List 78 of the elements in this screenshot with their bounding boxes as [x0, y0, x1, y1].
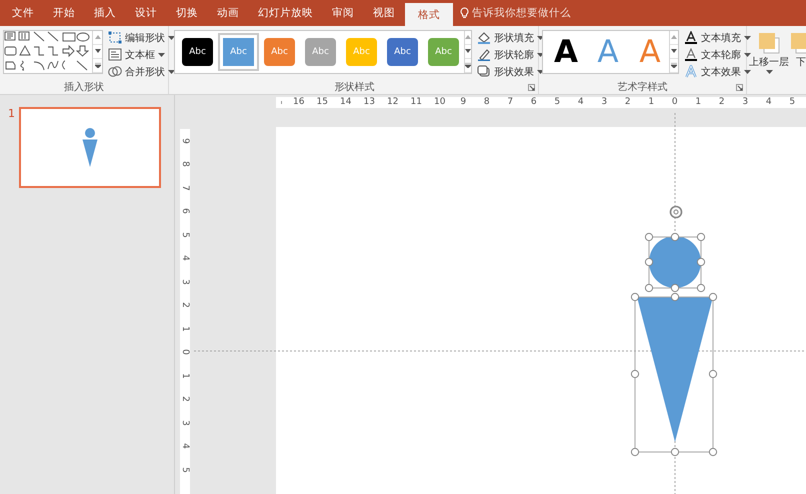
- ribbon-tab[interactable]: 动画: [208, 0, 248, 26]
- caret-icon: [744, 70, 751, 74]
- ribbon-command[interactable]: 文本填充: [682, 30, 753, 46]
- ribbon-tab[interactable]: 切换: [167, 0, 207, 26]
- dialog-launcher-icon[interactable]: [736, 84, 743, 91]
- caret-icon: [766, 70, 772, 74]
- ruler-number: 6: [180, 208, 190, 214]
- ruler-number: 1: [180, 326, 190, 332]
- circle-shape[interactable]: [649, 236, 701, 288]
- ribbon-tab[interactable]: 插入: [85, 0, 125, 26]
- ruler-number: 2: [180, 396, 190, 402]
- group-label: 形状样式: [334, 80, 374, 94]
- text-outline-icon: [684, 48, 698, 62]
- caret-icon: [168, 70, 175, 74]
- ribbon-command[interactable]: 合并形状: [106, 64, 177, 80]
- ribbon-command[interactable]: 文本轮廓: [682, 47, 753, 63]
- ribbon-command[interactable]: 文本框: [106, 47, 177, 63]
- ribbon-tab[interactable]: 设计: [126, 0, 166, 26]
- ribbon-command[interactable]: 编辑形状: [106, 30, 177, 46]
- more-icon[interactable]: [671, 63, 677, 68]
- ruler-number: 4: [180, 255, 190, 262]
- paint-bucket-icon: [477, 31, 491, 45]
- group-label: 插入形状: [64, 80, 104, 94]
- wordart-style[interactable]: A: [631, 31, 669, 73]
- tell-me-field[interactable]: 告诉我你想要做什么: [472, 7, 602, 19]
- ruler-number: 0: [180, 349, 190, 356]
- scroll-down-icon[interactable]: [671, 49, 677, 54]
- caret-icon: [744, 53, 751, 57]
- slide-number: 1: [8, 107, 15, 120]
- edit-points-icon: [108, 31, 122, 45]
- text-effects-icon: [684, 65, 698, 79]
- caret-icon: [168, 36, 175, 40]
- ruler-number: 2: [180, 302, 190, 308]
- pen-icon: [477, 48, 491, 62]
- circles-icon: [108, 65, 122, 79]
- text-fill-icon: [684, 31, 698, 45]
- ruler-number: 9: [180, 138, 190, 144]
- scroll-down-icon[interactable]: [94, 49, 100, 54]
- scroll-down-icon[interactable]: [465, 49, 471, 54]
- ruler-number: 5: [180, 466, 190, 473]
- ribbon-command[interactable]: 形状填充: [475, 30, 546, 46]
- figure-drawing: [82, 128, 98, 168]
- ruler-number: 3: [180, 278, 190, 285]
- more-icon[interactable]: [465, 63, 471, 68]
- shape-style-swatch[interactable]: Abc: [428, 38, 459, 66]
- shape-style-swatch[interactable]: Abc: [182, 38, 213, 66]
- ruler-number: 5: [180, 232, 190, 238]
- caret-icon: [744, 36, 751, 40]
- wordart-style[interactable]: A: [589, 31, 627, 73]
- ribbon-command[interactable]: 形状轮廓: [475, 47, 546, 63]
- triangle-shape[interactable]: [637, 297, 713, 442]
- shape-gallery-drawing[interactable]: [4, 31, 92, 73]
- ribbon-command[interactable]: 下: [790, 30, 806, 69]
- ribbon-tab[interactable]: 审阅: [323, 0, 363, 26]
- shape-style-swatch[interactable]: Abc: [387, 38, 418, 66]
- ruler-number: 8: [180, 161, 190, 168]
- shape-effects-icon: [477, 65, 491, 79]
- ruler-number: 1: [180, 372, 190, 379]
- ruler-number: 3: [180, 420, 190, 426]
- ribbon-tab[interactable]: 文件: [3, 0, 43, 26]
- shape-style-swatch[interactable]: Abc: [218, 33, 259, 71]
- ribbon-tab[interactable]: 幻灯片放映: [249, 0, 322, 26]
- slide-thumbnail[interactable]: [19, 107, 161, 188]
- ruler-number: 4: [180, 443, 190, 450]
- group-label: 艺术字样式: [618, 80, 668, 94]
- more-icon[interactable]: [94, 63, 100, 68]
- ruler-number: 7: [180, 184, 190, 191]
- shape-style-swatch[interactable]: Abc: [264, 38, 295, 66]
- ribbon-tab[interactable]: 开始: [44, 0, 84, 26]
- text-box-icon: [108, 48, 122, 62]
- layers-icon: [758, 32, 780, 54]
- lightbulb-icon: [460, 7, 469, 19]
- wordart-style[interactable]: A: [547, 31, 585, 73]
- ribbon-tab[interactable]: 视图: [364, 0, 404, 26]
- caret-icon: [158, 53, 165, 57]
- dialog-launcher-icon[interactable]: [528, 84, 535, 91]
- ribbon-tab[interactable]: 格式: [405, 3, 453, 26]
- rotate-handle-icon[interactable]: [670, 206, 682, 218]
